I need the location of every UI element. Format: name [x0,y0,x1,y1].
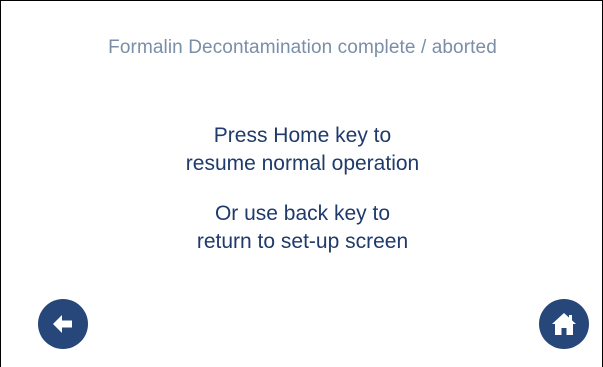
home-instruction-line2: resume normal operation [185,152,420,175]
home-icon [552,313,576,335]
home-button[interactable] [539,299,589,349]
arrow-left-icon [53,315,72,333]
back-instruction-line2: return to set-up screen [196,230,409,253]
back-button[interactable] [38,299,88,349]
back-instruction-line1: Or use back key to [214,202,391,225]
home-instruction-line1: Press Home key to [213,124,392,147]
back-instruction: Or use back key to return to set-up scre… [1,200,603,256]
status-title: Formalin Decontamination complete / abor… [108,37,497,58]
screen: Formalin Decontamination complete / abor… [0,0,603,367]
home-instruction: Press Home key to resume normal operatio… [1,122,603,178]
